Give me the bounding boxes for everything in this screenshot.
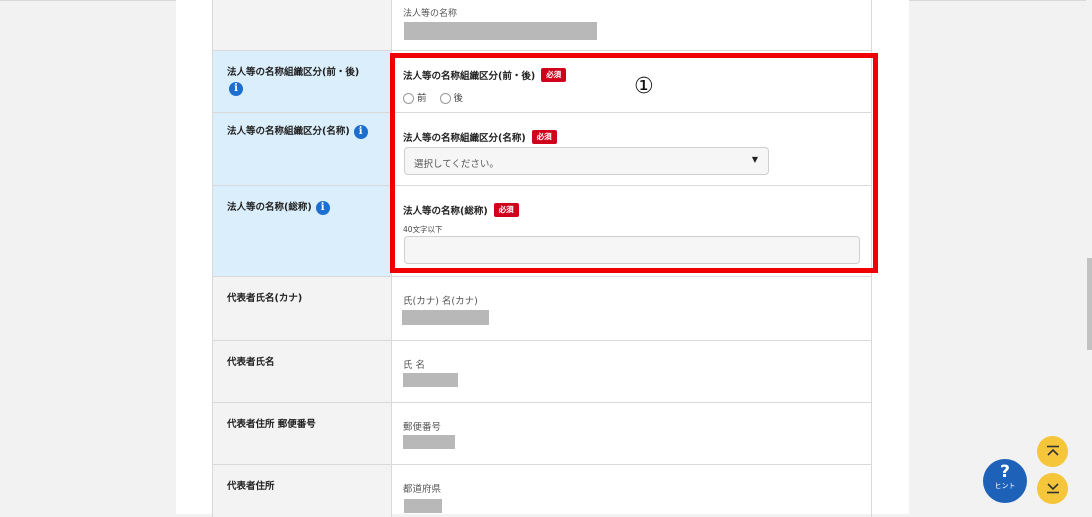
row-field-rep-kana: 氏(カナ) 名(カナ) <box>392 277 871 340</box>
row-label-text: 代表者住所 郵便番号 <box>227 419 316 430</box>
scrollbar-track[interactable] <box>1086 0 1092 514</box>
hint-button[interactable]: ? ヒント <box>983 459 1027 503</box>
field-label: 法人等の名称組織区分(前・後) <box>403 70 536 82</box>
row-label-org-position: 法人等の名称組織区分(前・後) i <box>213 51 392 112</box>
redacted-value <box>404 499 442 513</box>
select-value: 選択してください。 <box>414 159 499 170</box>
row-field-name-display: 法人等の名称 <box>392 0 871 50</box>
scrollbar-thumb[interactable] <box>1087 258 1092 350</box>
field-label: 法人等の名称 <box>403 9 458 19</box>
radio-option-mae[interactable]: 前 <box>403 90 427 104</box>
full-name-input[interactable] <box>404 236 860 264</box>
row-label-text: 法人等の名称組織区分(前・後) <box>227 67 360 78</box>
redacted-value <box>404 22 597 40</box>
form-table: 法人等の名称 法人等の名称組織区分(前・後) i 法人等の名称組織区分(前・後)… <box>212 0 872 517</box>
row-label-org-type: 法人等の名称組織区分(名称) i <box>213 113 392 185</box>
form-row-full-name: 法人等の名称(総称) i 法人等の名称(総称) 必須 40文字以下 <box>213 186 871 277</box>
redacted-value <box>403 373 458 387</box>
row-field-org-type: 法人等の名称組織区分(名称) 必須 選択してください。 ▼ <box>392 113 871 185</box>
radio-circle-icon[interactable] <box>403 93 414 104</box>
row-field-org-position: 法人等の名称組織区分(前・後) 必須 前 後 <box>392 51 871 112</box>
field-label: 氏(カナ) 名(カナ) <box>403 295 478 307</box>
form-row-rep-postal: 代表者住所 郵便番号 郵便番号 <box>213 403 871 465</box>
annotation-number: ① <box>634 74 654 99</box>
radio-option-ato[interactable]: 後 <box>439 90 464 104</box>
row-label-rep-address: 代表者住所 <box>213 465 392 517</box>
row-label-text: 法人等の名称組織区分(名称) <box>227 126 350 137</box>
row-label-rep-name: 代表者氏名 <box>213 341 392 402</box>
form-row-rep-address: 代表者住所 都道府県 <box>213 465 871 517</box>
form-row-org-type: 法人等の名称組織区分(名称) i 法人等の名称組織区分(名称) 必須 選択してくださ… <box>213 113 871 186</box>
form-row-name-display: 法人等の名称 <box>213 0 871 51</box>
required-badge: 必須 <box>541 67 567 82</box>
required-badge: 必須 <box>531 129 557 144</box>
field-label: 法人等の名称組織区分(名称) <box>403 132 526 144</box>
info-icon[interactable]: i <box>229 82 243 96</box>
row-field-rep-postal: 郵便番号 <box>392 403 871 464</box>
char-limit-hint: 40文字以下 <box>403 225 443 234</box>
radio-circle-icon[interactable] <box>439 93 451 104</box>
row-field-rep-address: 都道府県 <box>392 465 871 517</box>
row-label-rep-kana: 代表者氏名(カナ) <box>213 277 392 340</box>
row-field-rep-name: 氏 名 <box>392 341 871 402</box>
question-icon: ? <box>1000 462 1010 482</box>
row-label-empty <box>213 0 392 50</box>
row-label-rep-postal: 代表者住所 郵便番号 <box>213 403 392 464</box>
radio-label: 前 <box>417 93 427 104</box>
row-label-text: 代表者住所 <box>227 481 275 492</box>
row-label-text: 代表者氏名(カナ) <box>227 293 303 304</box>
radio-label: 後 <box>453 93 464 104</box>
redacted-value <box>402 310 489 325</box>
row-label-text: 代表者氏名 <box>227 357 275 368</box>
required-badge: 必須 <box>493 202 519 217</box>
chevron-down-bar-icon[interactable] <box>1037 473 1068 504</box>
row-label-full-name: 法人等の名称(総称) i <box>213 186 392 276</box>
field-label: 都道府県 <box>403 483 442 495</box>
info-icon[interactable]: i <box>315 200 330 215</box>
form-row-rep-name: 代表者氏名 氏 名 <box>213 341 871 403</box>
form-row-rep-kana: 代表者氏名(カナ) 氏(カナ) 名(カナ) <box>213 277 871 341</box>
redacted-value <box>403 435 455 449</box>
field-label: 氏 名 <box>403 359 426 371</box>
hint-button-label: ヒント <box>994 482 1016 490</box>
field-label: 法人等の名称(総称) <box>403 205 488 217</box>
info-icon[interactable]: i <box>353 124 368 139</box>
triangle-down-icon: ▼ <box>751 155 758 164</box>
form-row-org-position: 法人等の名称組織区分(前・後) i 法人等の名称組織区分(前・後) 必須 前 後 <box>213 51 871 113</box>
field-label: 郵便番号 <box>403 421 442 433</box>
row-field-full-name: 法人等の名称(総称) 必須 40文字以下 <box>392 186 871 276</box>
row-label-text: 法人等の名称(総称) <box>227 202 312 213</box>
org-type-select[interactable]: 選択してください。 ▼ <box>404 147 769 175</box>
chevron-up-bar-icon[interactable] <box>1037 436 1068 467</box>
